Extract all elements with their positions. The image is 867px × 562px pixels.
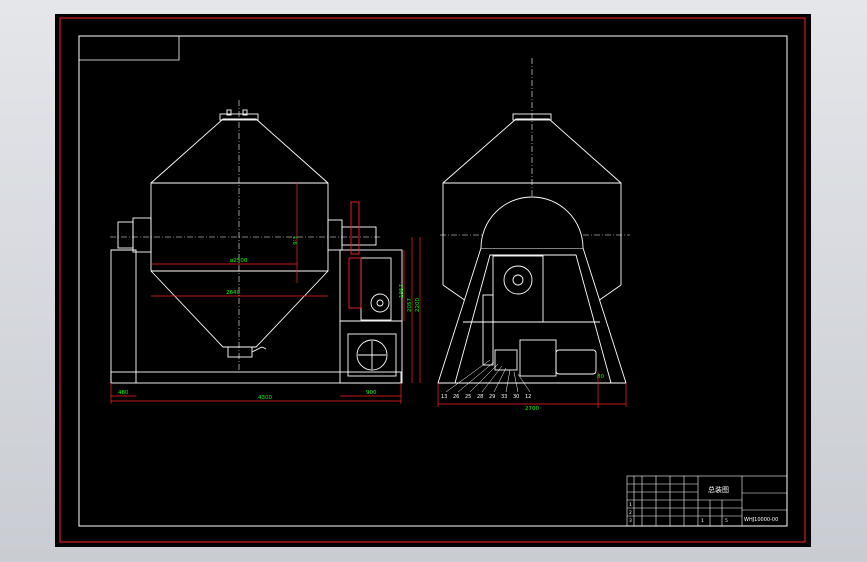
row-number-3: 3: [629, 518, 632, 524]
dim-text-shaft-2: 2057: [407, 298, 413, 312]
dim-text-shaft-1: 1957: [399, 284, 405, 298]
dim-text-offset: 480: [118, 390, 129, 396]
dim-text-inner: 2640: [226, 290, 240, 296]
dim-text-height: 1:6: [291, 236, 297, 245]
scale-cell-1: 1: [701, 518, 704, 524]
balloon-2: 26: [453, 394, 459, 400]
balloon-4: 28: [477, 394, 483, 400]
balloon-3: 25: [465, 394, 471, 400]
drawing-number: WHJ10000-00: [744, 517, 778, 523]
cad-drawing: ø2500 2640 1:6 480 4300 900 1957 2057 22…: [55, 14, 811, 547]
dim-text-base: 2700: [525, 406, 539, 412]
drawing-sheet: [55, 14, 811, 547]
balloon-8: 12: [525, 394, 531, 400]
row-number-1: 1: [629, 502, 632, 508]
drawing-title: 总装图: [708, 485, 729, 494]
balloon-6: 33: [501, 394, 507, 400]
dim-text-motor: 900: [366, 390, 377, 396]
balloon-7: 30: [513, 394, 519, 400]
scale-cell-2: 5: [725, 518, 728, 524]
dim-text-total: 4300: [258, 395, 272, 401]
balloon-5: 29: [489, 394, 495, 400]
dim-text-right-offset: 80: [597, 374, 604, 380]
row-number-2: 2: [629, 510, 632, 516]
balloon-1: 13: [441, 394, 447, 400]
dim-text-diameter: ø2500: [230, 258, 248, 264]
cad-viewport: ø2500 2640 1:6 480 4300 900 1957 2057 22…: [0, 0, 867, 562]
dim-text-shaft-3: 2200: [415, 298, 421, 312]
